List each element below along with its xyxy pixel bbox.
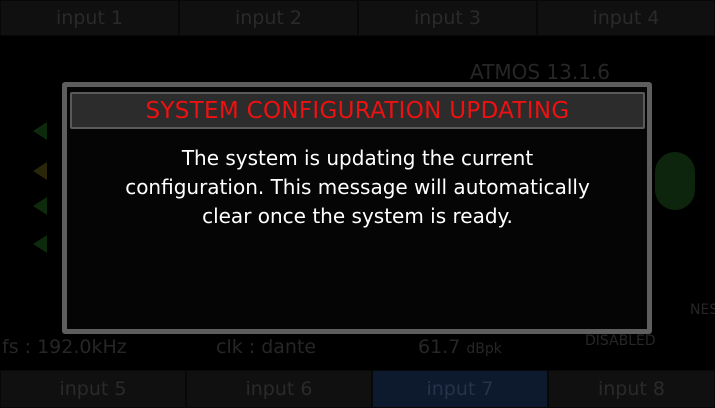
dialog-message-line: The system is updating the current bbox=[181, 146, 534, 170]
tab-input-7[interactable]: input 7 bbox=[372, 370, 548, 408]
speaker-icon bbox=[33, 197, 47, 215]
speaker-icon bbox=[33, 122, 47, 140]
status-label-right: NES bbox=[690, 302, 715, 318]
tab-input-6[interactable]: input 6 bbox=[186, 370, 372, 408]
speaker-icon bbox=[33, 162, 47, 180]
level-readout: 61.7 dBpk bbox=[418, 336, 502, 358]
dialog-title: SYSTEM CONFIGURATION UPDATING bbox=[70, 92, 645, 129]
level-unit: dBpk bbox=[466, 341, 502, 357]
tab-input-4[interactable]: input 4 bbox=[537, 0, 715, 36]
tab-input-8[interactable]: input 8 bbox=[548, 370, 715, 408]
dialog-message: The system is updating the current confi… bbox=[70, 144, 645, 231]
level-value: 61.7 bbox=[418, 336, 461, 358]
clock-label: clk : dante bbox=[216, 336, 317, 358]
tab-input-1[interactable]: input 1 bbox=[0, 0, 179, 36]
tab-input-3[interactable]: input 3 bbox=[358, 0, 537, 36]
format-label: ATMOS 13.1.6 bbox=[470, 60, 611, 84]
sample-rate-label: fs : 192.0kHz bbox=[2, 336, 127, 358]
status-disabled: DISABLED bbox=[585, 333, 656, 349]
tab-input-2[interactable]: input 2 bbox=[179, 0, 358, 36]
tab-input-5[interactable]: input 5 bbox=[0, 370, 186, 408]
dialog-message-line: clear once the system is ready. bbox=[202, 204, 513, 228]
speaker-icon bbox=[33, 235, 47, 253]
dialog-message-line: configuration. This message will automat… bbox=[125, 175, 590, 199]
status-indicator bbox=[655, 152, 695, 210]
